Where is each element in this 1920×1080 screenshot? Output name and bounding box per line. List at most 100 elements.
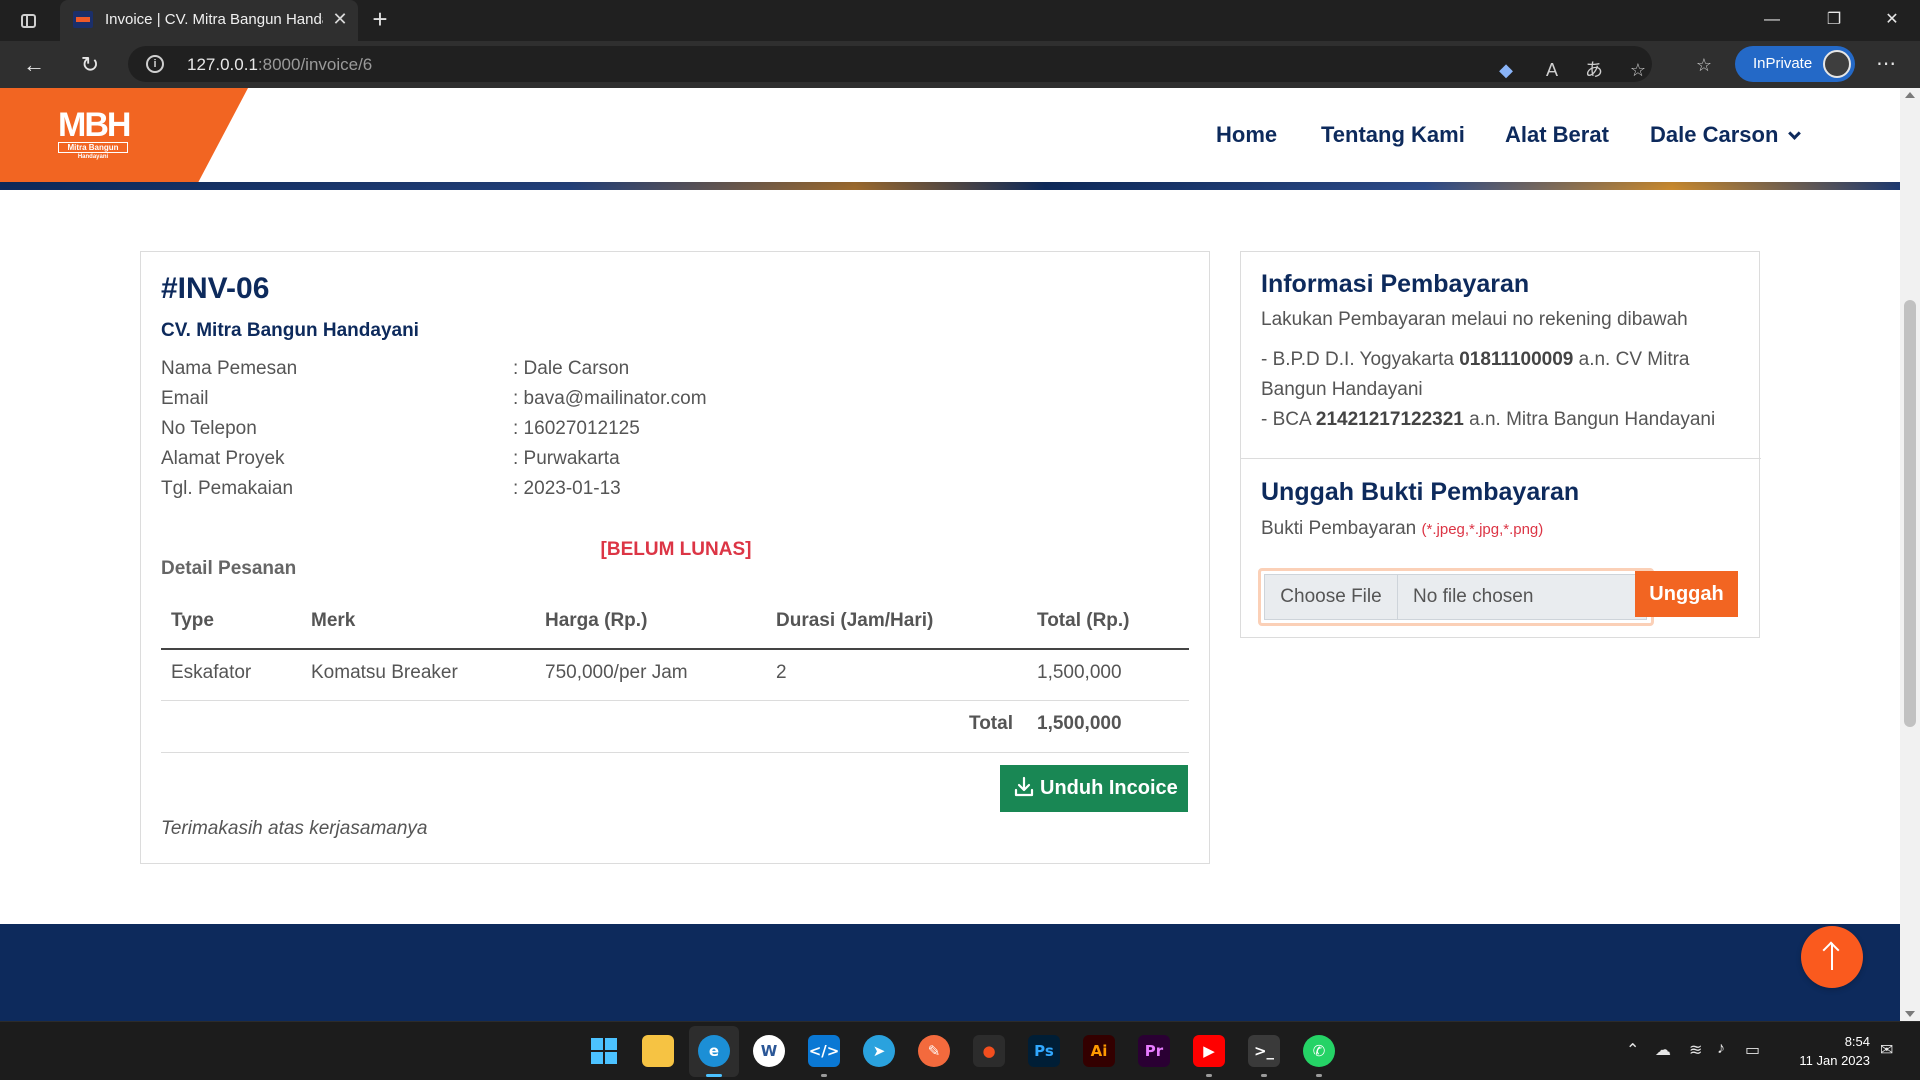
premiere-icon[interactable]: Pr bbox=[1138, 1035, 1170, 1067]
vscode-icon[interactable]: </> bbox=[808, 1035, 840, 1067]
wifi-icon[interactable]: ≋ bbox=[1689, 1040, 1702, 1060]
bank-prefix: - BCA bbox=[1261, 409, 1316, 430]
terminal-icon[interactable]: >_ bbox=[1248, 1035, 1280, 1067]
scrollbar-thumb[interactable] bbox=[1904, 300, 1916, 727]
field-value: : 16027012125 bbox=[513, 418, 640, 439]
nav-tentang-kami[interactable]: Tentang Kami bbox=[1321, 122, 1465, 148]
company-name: CV. Mitra Bangun Handayani bbox=[161, 320, 419, 341]
user-menu-label: Dale Carson bbox=[1650, 122, 1779, 147]
add-favorite-icon[interactable]: ☆ bbox=[1626, 58, 1650, 82]
bank-suffix: a.n. CV Mitra bbox=[1573, 349, 1690, 370]
nav-alat-berat[interactable]: Alat Berat bbox=[1505, 122, 1609, 148]
page-viewport: MBH Mitra Bangun Handayani Home Tentang … bbox=[0, 88, 1900, 1021]
photoshop-icon[interactable]: Ps bbox=[1028, 1035, 1060, 1067]
figma-icon[interactable]: ● bbox=[973, 1035, 1005, 1067]
chevron-down-icon bbox=[1788, 127, 1802, 140]
browser-tab[interactable]: Invoice | CV. Mitra Bangun Handayani ✕ bbox=[60, 0, 358, 41]
notifications-icon[interactable]: ✉ bbox=[1880, 1040, 1893, 1060]
upload-button[interactable]: Unggah bbox=[1635, 571, 1738, 617]
running-indicator bbox=[1316, 1074, 1322, 1077]
telegram-icon[interactable]: ➤ bbox=[863, 1035, 895, 1067]
invoice-number: #INV-06 bbox=[161, 272, 270, 305]
edge-browser-icon[interactable]: e bbox=[698, 1035, 730, 1067]
more-options-icon[interactable]: ⋯ bbox=[1870, 49, 1902, 81]
profile-avatar bbox=[1823, 50, 1851, 78]
section-divider bbox=[1241, 458, 1761, 459]
running-indicator bbox=[1261, 1074, 1267, 1077]
windows-taskbar: e W </> ➤ ✎ ● Ps Ai Pr ▶ >_ ✆ ⌃ ☁ ≋ ♪ ▭ … bbox=[0, 1021, 1920, 1080]
url-host: 127.0.0.1 bbox=[187, 55, 258, 74]
url-field[interactable]: i 127.0.0.1:8000/invoice/6 ◆ A あ ☆ bbox=[128, 46, 1652, 82]
clock-date: 11 Jan 2023 bbox=[1799, 1053, 1870, 1068]
onedrive-icon[interactable]: ☁ bbox=[1655, 1040, 1671, 1060]
file-explorer-icon[interactable] bbox=[642, 1035, 674, 1067]
payment-info-card: Informasi Pembayaran Lakukan Pembayaran … bbox=[1240, 251, 1761, 638]
table-cell: 750,000/per Jam bbox=[545, 662, 688, 683]
volume-icon[interactable]: ♪ bbox=[1717, 1040, 1725, 1058]
tab-actions-icon[interactable] bbox=[16, 9, 40, 33]
favorites-icon[interactable]: ☆ bbox=[1692, 53, 1716, 77]
nav-home[interactable]: Home bbox=[1216, 122, 1277, 148]
start-icon[interactable] bbox=[588, 1035, 620, 1067]
word-icon[interactable]: W bbox=[753, 1035, 785, 1067]
file-input-focus-ring: Choose File No file chosen bbox=[1258, 568, 1654, 626]
field-label: Tgl. Pemakaian bbox=[161, 478, 294, 499]
running-indicator bbox=[821, 1074, 827, 1077]
site-logo[interactable]: MBH Mitra Bangun Handayani bbox=[58, 106, 131, 164]
upload-field-label: Bukti Pembayaran bbox=[1261, 518, 1422, 539]
site-navbar: MBH Mitra Bangun Handayani Home Tentang … bbox=[0, 88, 1900, 182]
site-info-icon[interactable]: i bbox=[146, 55, 164, 73]
coupon-tag-icon[interactable]: ◆ bbox=[1494, 58, 1518, 82]
table-header: Durasi (Jam/Hari) bbox=[776, 610, 934, 631]
new-tab-icon[interactable]: + bbox=[366, 6, 394, 34]
download-invoice-button[interactable]: Unduh Incoice bbox=[1000, 765, 1188, 812]
illustrator-icon[interactable]: Ai bbox=[1083, 1035, 1115, 1067]
scroll-up-icon[interactable] bbox=[1905, 92, 1915, 98]
inprivate-label: InPrivate bbox=[1753, 55, 1813, 72]
table-cell: Eskafator bbox=[171, 662, 252, 683]
site-footer bbox=[0, 924, 1900, 1021]
whatsapp-icon[interactable]: ✆ bbox=[1303, 1035, 1335, 1067]
field-label: No Telepon bbox=[161, 418, 257, 439]
window-close-icon[interactable]: ✕ bbox=[1864, 0, 1920, 41]
choose-file-button[interactable]: Choose File bbox=[1265, 575, 1398, 619]
page-scrollbar[interactable] bbox=[1900, 88, 1920, 1021]
tab-close-icon[interactable]: ✕ bbox=[329, 8, 351, 30]
logo-mark: MBH bbox=[58, 106, 131, 144]
table-header: Total (Rp.) bbox=[1037, 610, 1130, 631]
scroll-down-icon[interactable] bbox=[1905, 1011, 1915, 1017]
translate-icon[interactable]: あ bbox=[1582, 58, 1606, 82]
browser-tab-bar: Invoice | CV. Mitra Bangun Handayani ✕ +… bbox=[0, 0, 1920, 41]
order-detail-heading: Detail Pesanan bbox=[161, 558, 297, 579]
upload-proof-heading: Unggah Bukti Pembayaran bbox=[1261, 478, 1580, 506]
table-cell: 1,500,000 bbox=[1037, 662, 1122, 683]
bank-account-number: 21421217122321 bbox=[1315, 409, 1464, 430]
logo-sub: Handayani bbox=[77, 154, 109, 160]
system-clock[interactable]: 8:54 11 Jan 2023 bbox=[1786, 1032, 1870, 1070]
battery-icon[interactable]: ▭ bbox=[1745, 1040, 1760, 1060]
user-menu[interactable]: Dale Carson bbox=[1650, 122, 1802, 148]
table-row-divider bbox=[161, 700, 1189, 701]
download-invoice-label: Unduh Incoice bbox=[1040, 777, 1178, 799]
payment-info-heading: Informasi Pembayaran bbox=[1261, 270, 1530, 298]
table-row-divider bbox=[161, 752, 1189, 753]
url-path: :8000/invoice/6 bbox=[257, 55, 373, 74]
clock-time: 8:54 bbox=[1844, 1034, 1870, 1049]
payment-proof-file-input[interactable]: Choose File No file chosen bbox=[1264, 574, 1647, 620]
postman-icon[interactable]: ✎ bbox=[918, 1035, 950, 1067]
running-indicator bbox=[706, 1074, 722, 1077]
show-hidden-icons-icon[interactable]: ⌃ bbox=[1626, 1040, 1639, 1060]
inprivate-badge[interactable]: InPrivate bbox=[1735, 46, 1855, 82]
total-value: 1,500,000 bbox=[1037, 713, 1122, 734]
minimize-icon[interactable]: — bbox=[1744, 0, 1800, 41]
youtube-icon[interactable]: ▶ bbox=[1193, 1035, 1225, 1067]
bank-account-bpd: - B.P.D D.I. Yogyakarta 01811100009 a.n.… bbox=[1261, 345, 1741, 405]
payment-intro: Lakukan Pembayaran melaui no rekening di… bbox=[1261, 309, 1688, 330]
refresh-icon[interactable]: ↻ bbox=[74, 49, 106, 81]
read-aloud-icon[interactable]: A bbox=[1540, 58, 1564, 82]
scroll-to-top-button[interactable] bbox=[1801, 926, 1863, 988]
table-header-divider bbox=[161, 648, 1189, 650]
restore-icon[interactable]: ❐ bbox=[1806, 0, 1862, 41]
back-icon[interactable]: ← bbox=[18, 49, 50, 81]
running-indicator bbox=[1206, 1074, 1212, 1077]
